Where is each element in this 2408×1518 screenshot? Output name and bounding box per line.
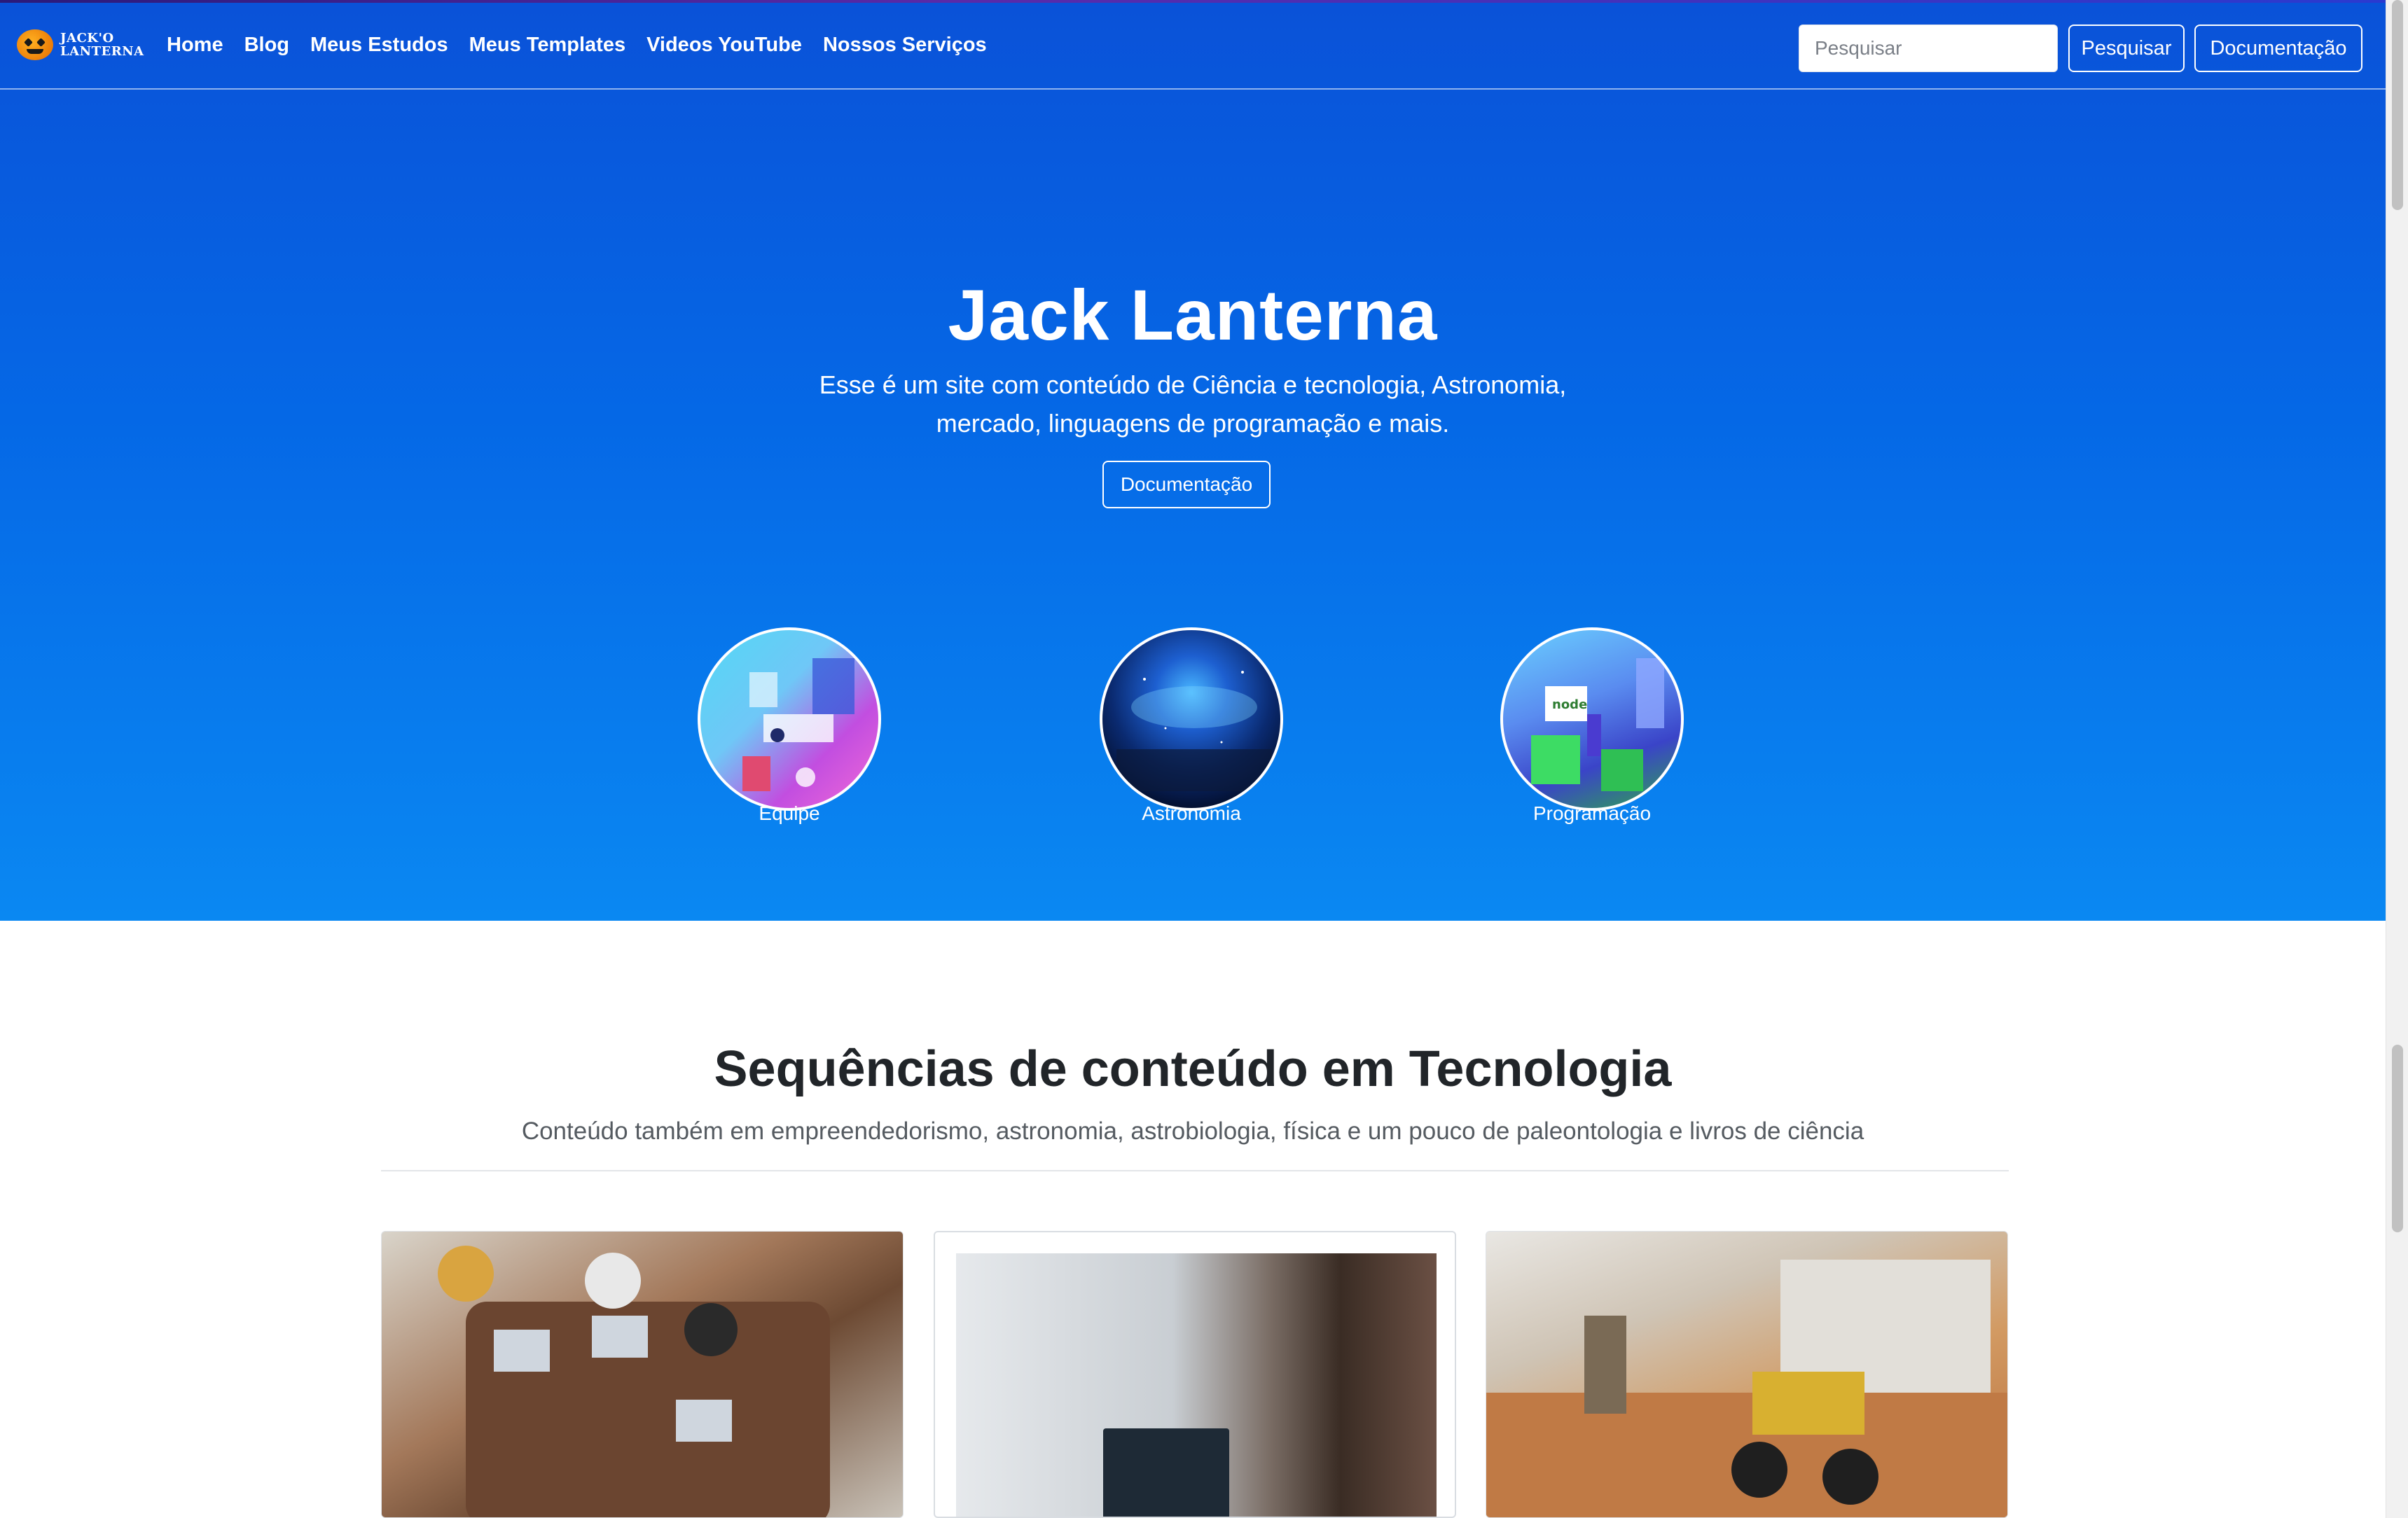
feature-equipe-label: Equipe	[759, 802, 820, 824]
nav-links: Home Blog Meus Estudos Meus Templates Vi…	[167, 34, 987, 57]
section-subtitle: Conteúdo também em empreendedorismo, ast…	[521, 1117, 1864, 1145]
feature-astronomia[interactable]: Astronomia	[1100, 627, 1283, 825]
search-button[interactable]: Pesquisar	[2068, 25, 2185, 72]
pumpkin-icon	[17, 29, 53, 60]
feature-programacao[interactable]: node Programação	[1500, 627, 1684, 825]
search-input[interactable]	[1799, 25, 2058, 72]
content-card-coding[interactable]	[934, 1231, 1456, 1518]
hero-title: Jack Lanterna	[948, 275, 1438, 355]
feature-equipe[interactable]: Equipe	[698, 627, 881, 825]
nav-meus-templates[interactable]: Meus Templates	[469, 34, 625, 57]
nav-home[interactable]: Home	[167, 34, 223, 57]
brand-line-1: JACK'O	[60, 31, 114, 46]
robotics-image	[1486, 1260, 2007, 1517]
nav-meus-estudos[interactable]: Meus Estudos	[310, 34, 448, 57]
brand-line-2: LANTERNA	[60, 44, 144, 59]
monitor-screen	[1103, 1428, 1229, 1517]
brand-logo[interactable]: JACK'O LANTERNA	[17, 29, 144, 60]
page-scrollbar[interactable]	[2386, 0, 2408, 1518]
nodejs-illustration-icon: node	[1500, 627, 1684, 811]
svg-text:node: node	[1552, 697, 1587, 712]
feature-programacao-label: Programação	[1532, 802, 1652, 824]
content-card-team-meeting[interactable]	[381, 1231, 904, 1518]
section-divider	[381, 1170, 2009, 1171]
feature-astronomia-label: Astronomia	[1142, 802, 1241, 824]
scrollbar-thumb-upper[interactable]	[2392, 0, 2403, 210]
coding-image	[956, 1253, 1437, 1517]
documentation-nav-button[interactable]: Documentação	[2194, 25, 2362, 72]
nav-blog[interactable]: Blog	[244, 34, 289, 57]
nav-nossos-servicos[interactable]: Nossos Serviços	[823, 34, 987, 57]
hero-documentation-button[interactable]: Documentação	[1102, 461, 1271, 508]
brand-text: JACK'O LANTERNA	[60, 32, 144, 58]
navbar: JACK'O LANTERNA Home Blog Meus Estudos M…	[0, 3, 2386, 90]
content-card-robotics[interactable]	[1486, 1231, 2008, 1518]
hero-subtitle: Esse é um site com conteúdo de Ciência e…	[819, 370, 1567, 438]
team-meeting-image	[438, 1246, 830, 1517]
nav-videos-youtube[interactable]: Videos YouTube	[646, 34, 802, 57]
team-illustration-icon	[698, 627, 881, 811]
scrollbar-thumb[interactable]	[2392, 1045, 2403, 1232]
space-illustration-icon	[1100, 627, 1283, 811]
section-title: Sequências de conteúdo em Tecnologia	[714, 1041, 1672, 1097]
